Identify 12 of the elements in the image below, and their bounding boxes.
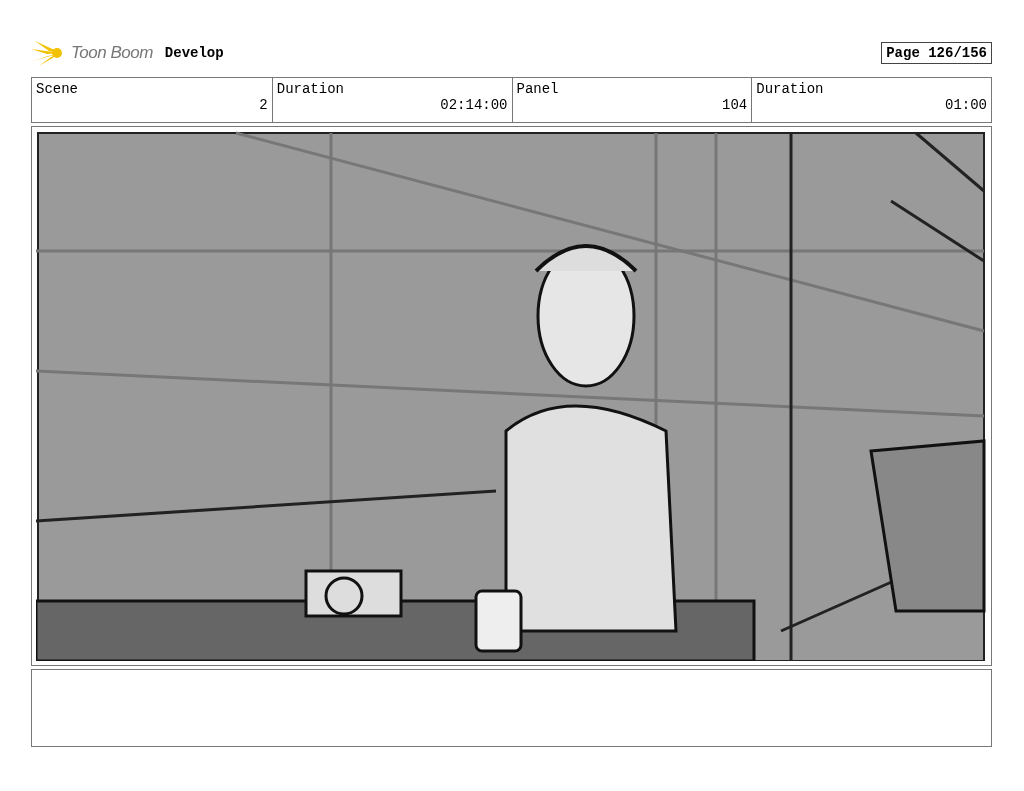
project-title: Develop bbox=[164, 45, 224, 61]
table-cell-text: 02:14:00 bbox=[439, 97, 508, 113]
column-header: Panel bbox=[516, 81, 560, 97]
table-cell-text: 2 bbox=[258, 97, 268, 113]
logo-text: Toon Boom bbox=[71, 43, 153, 63]
column-header: Duration bbox=[756, 81, 825, 97]
table-cell-text: 01:00 bbox=[944, 97, 987, 113]
table-cell-text: 104 bbox=[721, 97, 748, 113]
column-header: Scene bbox=[36, 81, 79, 97]
column-header: Duration bbox=[276, 81, 345, 97]
page-number: Page 126/156 bbox=[881, 42, 992, 64]
starburst-logo-icon bbox=[31, 39, 63, 67]
